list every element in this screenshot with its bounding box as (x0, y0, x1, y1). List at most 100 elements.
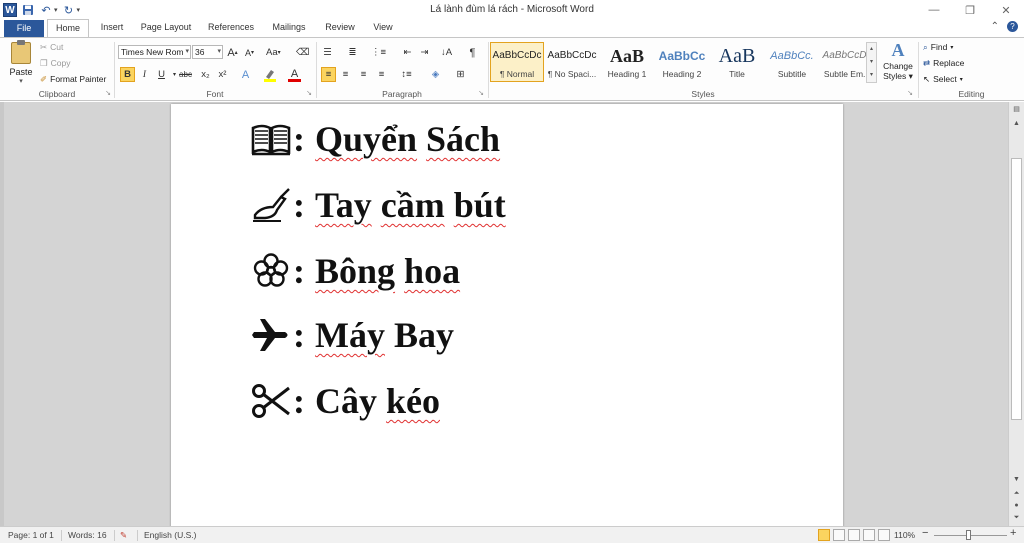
borders-icon[interactable]: ⊞ (454, 67, 467, 82)
restore-button[interactable]: ❐ (952, 0, 988, 20)
zoom-in-button[interactable]: + (1010, 527, 1016, 539)
full-screen-reading-icon[interactable] (833, 529, 845, 541)
document-line-airplane[interactable]: : Máy Bay (251, 314, 454, 356)
align-right-icon[interactable]: ≡ (357, 67, 370, 82)
document-line-flower[interactable]: : Bông hoa (251, 250, 460, 292)
print-layout-view-icon[interactable] (818, 529, 830, 541)
tab-insert[interactable]: Insert (95, 19, 129, 37)
sort-icon[interactable]: ↓A (440, 45, 453, 60)
tab-view[interactable]: View (367, 19, 399, 37)
document-line-scissors[interactable]: : Cây kéo (251, 380, 440, 422)
clear-formatting-icon[interactable]: ⌫ (296, 45, 309, 60)
group-divider (488, 42, 489, 98)
paste-dropdown-icon[interactable]: ▾ (6, 77, 36, 85)
scrollbar-thumb[interactable] (1011, 158, 1022, 420)
close-button[interactable]: ✕ (988, 0, 1024, 20)
underline-button[interactable]: U (155, 67, 168, 82)
tab-review[interactable]: Review (320, 19, 360, 37)
italic-button[interactable]: I (138, 67, 151, 82)
numbering-icon[interactable]: ≣ (346, 45, 359, 60)
vertical-scrollbar[interactable]: ▤ ▲ ▼ ⏶ ● ⏷ (1008, 102, 1024, 526)
text-effects-icon[interactable]: A (239, 67, 252, 82)
copy-button[interactable]: ❐ Copy (40, 56, 70, 70)
word: Máy (315, 315, 385, 355)
draft-view-icon[interactable] (878, 529, 890, 541)
word: hoa (404, 251, 461, 291)
shading-icon[interactable]: ◈ (429, 67, 442, 82)
copy-icon: ❐ (40, 57, 48, 68)
window-title: Lá lành đùm lá rách - Microsoft Word (430, 4, 594, 15)
airplane-icon (252, 319, 288, 351)
shrink-font-button[interactable]: A ▾ (243, 45, 256, 60)
decrease-indent-icon[interactable]: ⇤ (401, 45, 414, 60)
minimize-ribbon-icon[interactable]: ⌃ (991, 21, 999, 32)
change-case-button[interactable]: Aa ▾ (266, 45, 281, 60)
scroll-down-icon[interactable]: ▼ (1009, 474, 1024, 486)
paste-button[interactable]: Paste ▾ (6, 40, 36, 86)
zoom-level[interactable]: 110% (894, 530, 915, 540)
ruler-toggle-icon[interactable]: ▤ (1009, 104, 1024, 116)
font-name-combo[interactable]: Times New Rom ▾ (118, 45, 191, 59)
word: kéo (386, 381, 440, 421)
previous-page-icon[interactable]: ⏶ (1009, 488, 1024, 500)
superscript-button[interactable]: x² (216, 67, 229, 82)
tab-mailings[interactable]: Mailings (266, 19, 312, 37)
proofing-icon[interactable]: ✎ (120, 530, 127, 541)
increase-indent-icon[interactable]: ⇥ (418, 45, 431, 60)
paste-label: Paste (9, 67, 33, 77)
clipboard-launcher-icon[interactable]: ↘ (105, 89, 111, 97)
align-left-icon[interactable]: ≡ (321, 67, 336, 82)
bold-button[interactable]: B (120, 67, 135, 82)
minimize-button[interactable]: — (916, 0, 952, 20)
font-launcher-icon[interactable]: ↘ (306, 89, 312, 97)
grow-font-label: A (227, 46, 235, 59)
subscript-button[interactable]: x₂ (199, 67, 212, 82)
status-divider (137, 530, 138, 541)
cut-button[interactable]: ✂ Cut (40, 40, 63, 54)
paragraph-launcher-icon[interactable]: ↘ (478, 89, 484, 97)
tab-home[interactable]: Home (47, 19, 89, 38)
tab-page-layout[interactable]: Page Layout (137, 19, 195, 37)
scissors-icon (252, 384, 290, 418)
grow-font-button[interactable]: A ▴ (226, 45, 239, 60)
word: Bay (393, 315, 454, 355)
bullets-icon[interactable]: ☰ (321, 45, 334, 60)
next-page-icon[interactable]: ⏷ (1009, 512, 1024, 524)
document-line-book[interactable]: : Quyển Sách (251, 118, 500, 160)
justify-icon[interactable]: ≡ (375, 67, 388, 82)
font-size-combo[interactable]: 36 ▾ (192, 45, 223, 59)
page-count[interactable]: Page: 1 of 1 (8, 530, 54, 540)
styles-launcher-icon[interactable]: ↘ (907, 89, 913, 97)
colon: : (293, 119, 305, 159)
ribbon-tools: ⌃ ? (991, 21, 1018, 32)
web-layout-icon[interactable] (848, 529, 860, 541)
document-line-writing-hand[interactable]: : Tay cầm bút (251, 184, 506, 226)
replace-button[interactable]: ⇄ Replace (923, 56, 964, 70)
highlight-color-button[interactable] (263, 67, 277, 82)
format-painter-button[interactable]: ✐ Format Painter (40, 72, 106, 86)
browse-object-icon[interactable]: ● (1009, 500, 1024, 512)
align-center-icon[interactable]: ≡ (339, 67, 352, 82)
word: Sách (426, 119, 501, 159)
line-spacing-icon[interactable]: ↕≡ (400, 67, 413, 82)
word-count[interactable]: Words: 16 (68, 530, 107, 540)
zoom-slider-thumb[interactable] (966, 530, 971, 540)
help-icon[interactable]: ? (1007, 21, 1018, 32)
font-color-button[interactable]: A (288, 67, 301, 82)
paragraph-group-label: Paragraph (382, 89, 422, 99)
strikethrough-button[interactable]: abc (179, 67, 192, 82)
document-page[interactable]: : Quyển Sách : Tay cầm bút : Bông hoa : … (171, 104, 843, 534)
tab-references[interactable]: References (203, 19, 259, 37)
multilevel-list-icon[interactable]: ⋮≡ (371, 45, 386, 60)
find-button[interactable]: ⌕ Find ▾ (923, 40, 953, 54)
tab-file[interactable]: File (4, 20, 44, 37)
outline-view-icon[interactable] (863, 529, 875, 541)
show-formatting-button[interactable]: ¶ (466, 45, 479, 60)
select-button[interactable]: ↖ Select ▾ (923, 72, 963, 86)
zoom-out-button[interactable]: − (922, 527, 928, 539)
highlighter-icon (264, 69, 276, 82)
title-bar: W ↶ ▾ ↻ ▾ Lá lành đùm lá rách - Microsof… (0, 0, 1024, 20)
language[interactable]: English (U.S.) (144, 530, 196, 540)
format-painter-label: Format Painter (50, 74, 107, 84)
scroll-up-icon[interactable]: ▲ (1009, 118, 1024, 130)
